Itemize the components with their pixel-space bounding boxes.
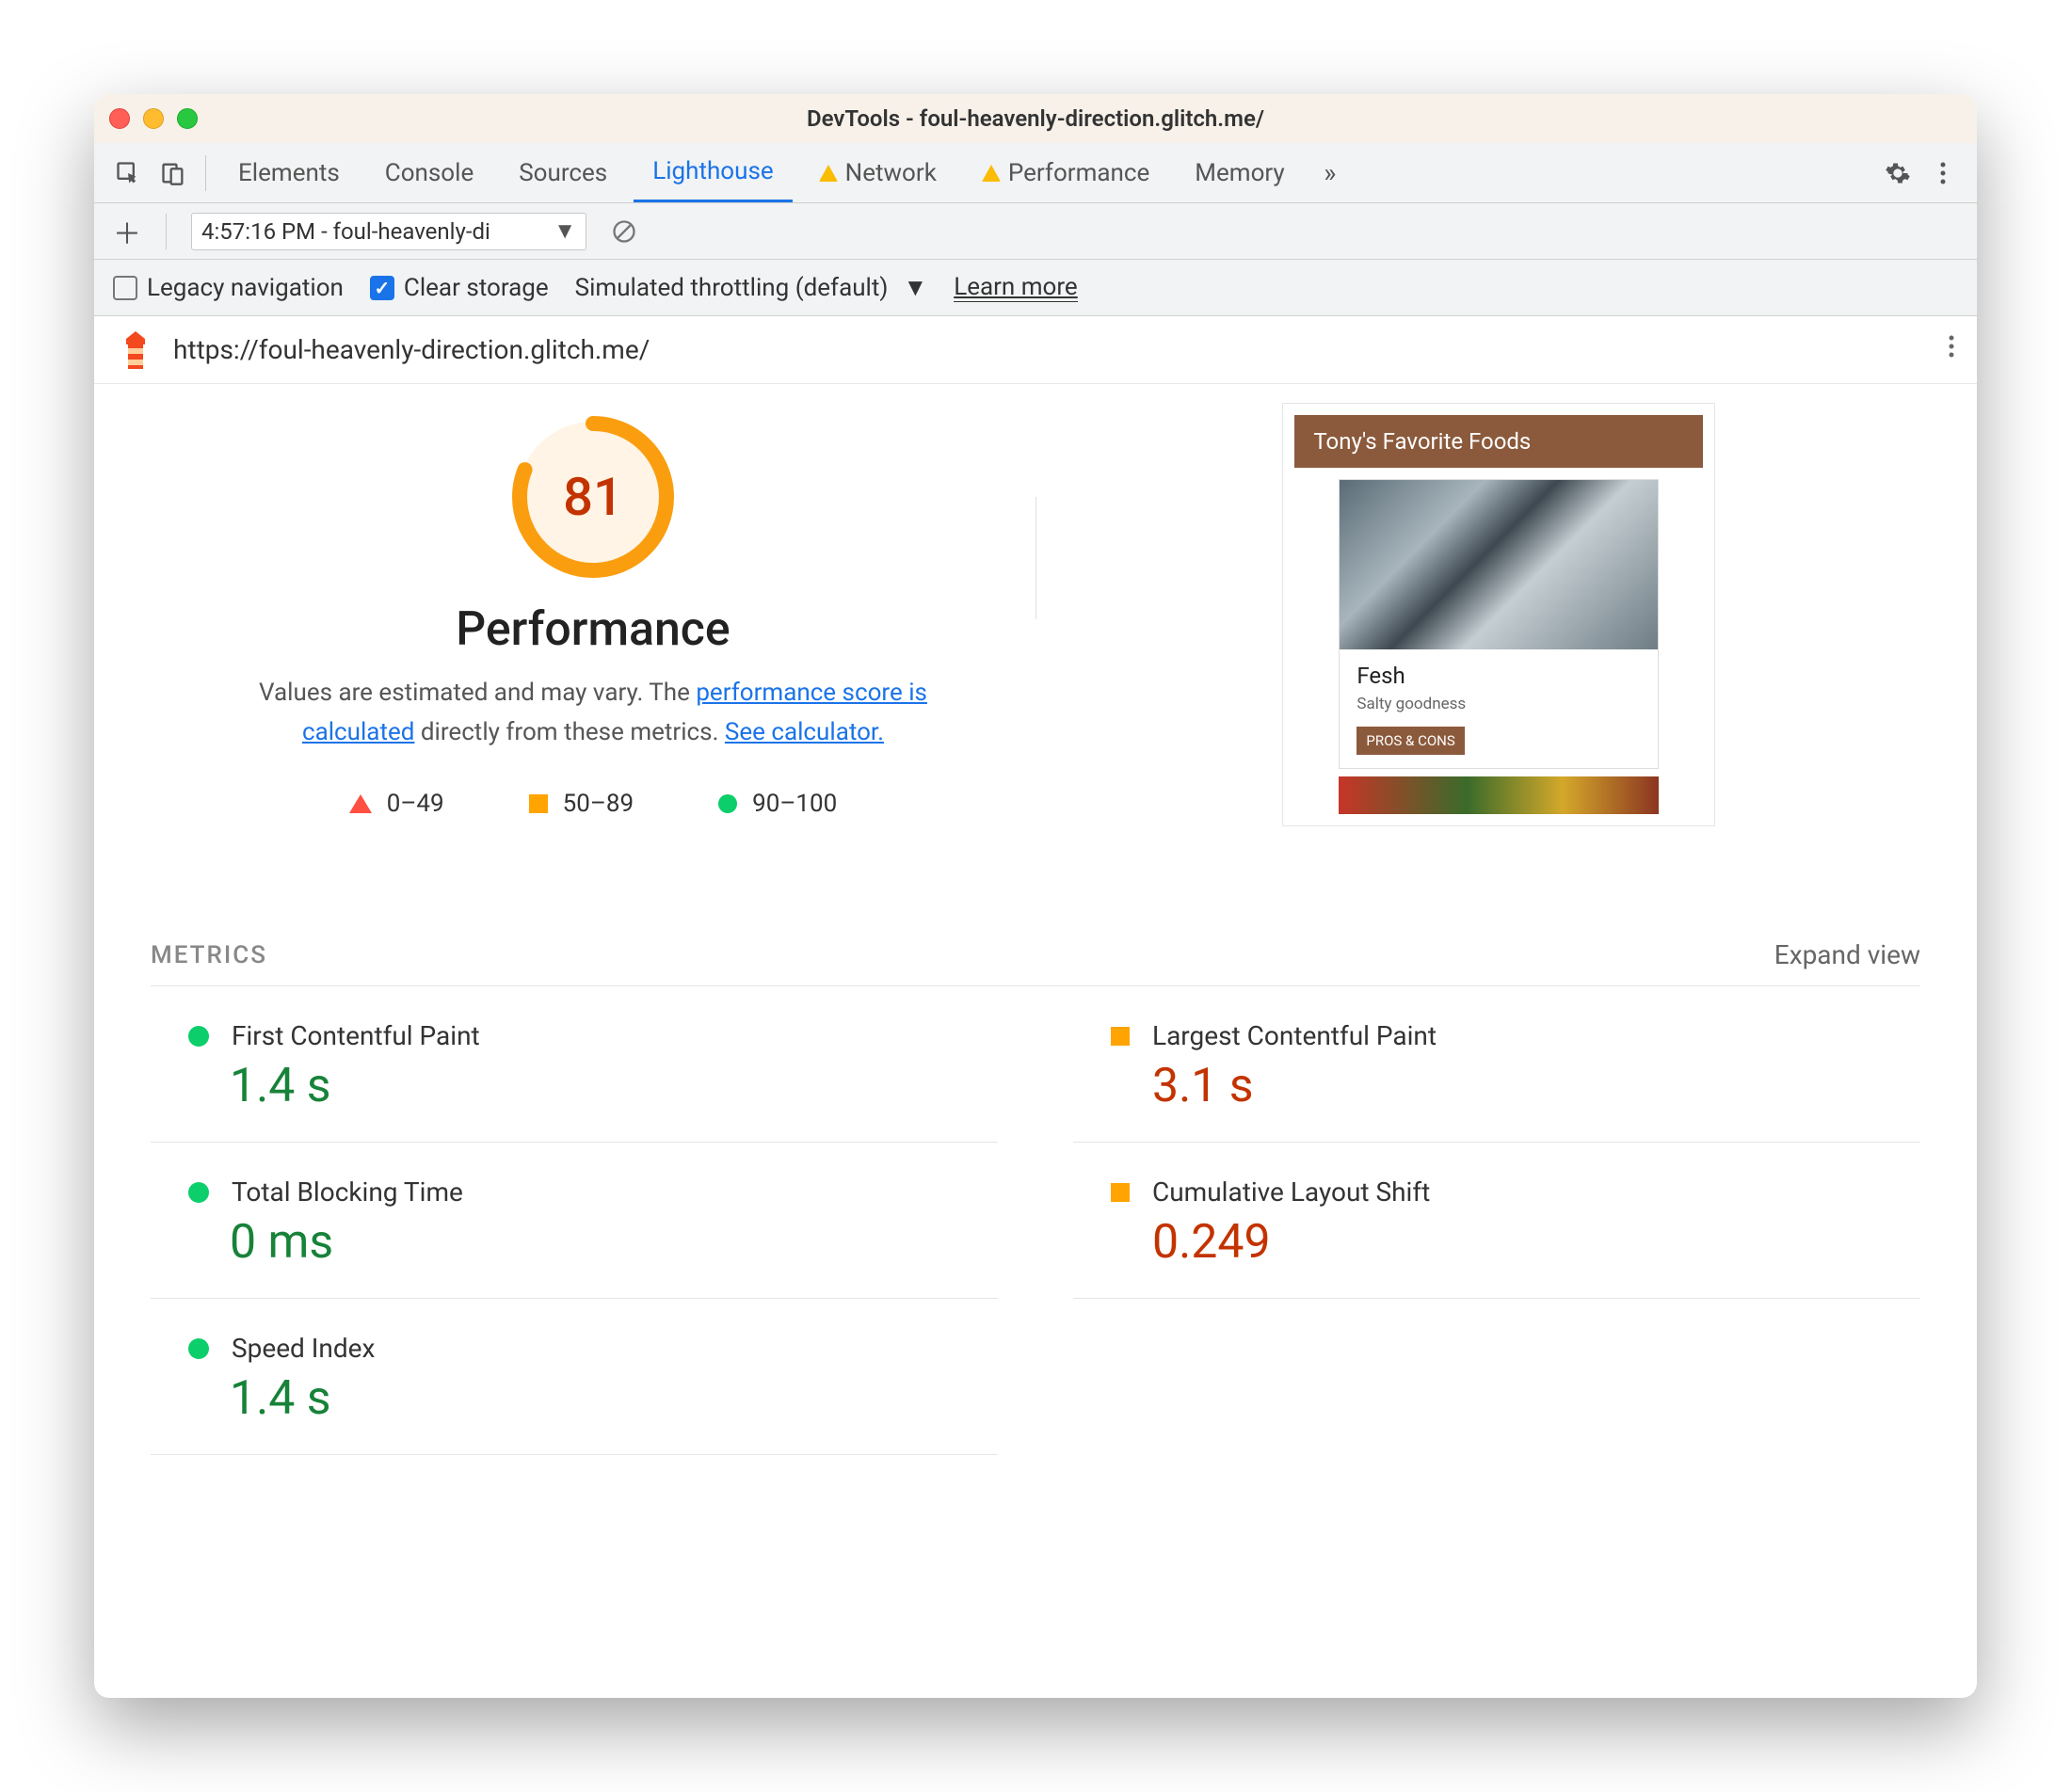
checkbox-label: Legacy navigation — [147, 274, 344, 302]
metric-label: Largest Contentful Paint — [1152, 1020, 1437, 1051]
square-icon — [1111, 1027, 1130, 1046]
circle-icon — [188, 1338, 209, 1359]
report-url-bar: https://foul-heavenly-direction.glitch.m… — [94, 316, 1977, 384]
tab-label: Performance — [1008, 159, 1149, 187]
circle-icon — [188, 1182, 209, 1203]
report-selector-label: 4:57:16 PM - foul-heavenly-di — [201, 218, 490, 245]
gauge-score: 81 — [510, 414, 676, 580]
preview-card: Fesh Salty goodness PROS & CONS — [1339, 479, 1659, 769]
page-screenshot-preview: Tony's Favorite Foods Fesh Salty goodnes… — [1282, 403, 1715, 826]
metric-value: 1.4 s — [230, 1371, 998, 1426]
metric-value: 0 ms — [230, 1215, 998, 1270]
tab-label: Elements — [238, 159, 340, 187]
checkbox-label: Clear storage — [404, 274, 549, 302]
metric-item[interactable]: Total Blocking Time 0 ms — [151, 1143, 998, 1299]
square-icon — [529, 794, 548, 813]
circle-icon — [718, 794, 737, 813]
preview-button: PROS & CONS — [1357, 727, 1464, 755]
tab-label: Console — [385, 159, 474, 187]
legend-pass: 90–100 — [718, 790, 837, 818]
settings-gear-icon[interactable] — [1879, 154, 1917, 192]
clear-storage-checkbox[interactable]: Clear storage — [370, 274, 549, 302]
tab-sources[interactable]: Sources — [500, 143, 626, 202]
dropdown-arrow-icon: ▼ — [903, 273, 927, 302]
window-minimize-button[interactable] — [143, 108, 164, 129]
warning-icon — [982, 165, 1001, 182]
tab-lighthouse[interactable]: Lighthouse — [634, 143, 792, 202]
metric-item[interactable]: Speed Index 1.4 s — [151, 1299, 998, 1455]
tab-elements[interactable]: Elements — [219, 143, 359, 202]
metric-label: First Contentful Paint — [232, 1020, 480, 1051]
clear-report-icon[interactable] — [605, 213, 643, 250]
warning-icon — [819, 165, 838, 182]
tab-label: Lighthouse — [652, 157, 773, 185]
titlebar: DevTools - foul-heavenly-direction.glitc… — [94, 94, 1977, 143]
checkbox-icon — [370, 276, 394, 300]
see-calculator-link[interactable]: See calculator. — [725, 718, 884, 746]
preview-header: Tony's Favorite Foods — [1294, 415, 1703, 468]
tab-network[interactable]: Network — [800, 143, 955, 202]
lighthouse-logo-icon — [117, 329, 154, 371]
metric-item[interactable]: First Contentful Paint 1.4 s — [151, 986, 998, 1143]
metric-label: Speed Index — [232, 1333, 375, 1364]
preview-image — [1340, 480, 1658, 649]
legacy-navigation-checkbox[interactable]: Legacy navigation — [113, 274, 344, 302]
tab-memory[interactable]: Memory — [1176, 143, 1303, 202]
throttling-selector[interactable]: Simulated throttling (default) ▼ — [575, 273, 928, 302]
report-url: https://foul-heavenly-direction.glitch.m… — [173, 334, 650, 365]
metric-value: 0.249 — [1152, 1215, 1920, 1270]
report-menu-icon[interactable] — [1949, 334, 1954, 365]
metrics-heading: METRICS — [151, 941, 267, 969]
tab-label: Memory — [1195, 159, 1284, 187]
tab-console[interactable]: Console — [366, 143, 492, 202]
inspect-element-icon[interactable] — [109, 154, 147, 192]
report-selector[interactable]: 4:57:16 PM - foul-heavenly-di ▼ — [191, 213, 586, 250]
performance-description: Values are estimated and may vary. The p… — [207, 674, 979, 752]
expand-view-button[interactable]: Expand view — [1774, 939, 1920, 970]
checkbox-icon — [113, 276, 137, 300]
device-toggle-icon[interactable] — [154, 154, 192, 192]
metric-value: 1.4 s — [230, 1059, 998, 1113]
legend-fail: 0–49 — [349, 790, 444, 818]
metric-value: 3.1 s — [1152, 1059, 1920, 1113]
learn-more-link[interactable]: Learn more — [954, 273, 1078, 302]
throttling-label: Simulated throttling (default) — [575, 274, 889, 302]
more-tabs-icon[interactable]: » — [1311, 154, 1349, 192]
triangle-icon — [349, 794, 372, 813]
legend-average: 50–89 — [529, 790, 634, 818]
preview-product-title: Fesh — [1357, 663, 1641, 689]
window-title: DevTools - foul-heavenly-direction.glitc… — [807, 105, 1264, 132]
circle-icon — [188, 1026, 209, 1047]
kebab-menu-icon[interactable] — [1924, 154, 1962, 192]
lighthouse-options-bar: Legacy navigation Clear storage Simulate… — [94, 260, 1977, 316]
tab-performance[interactable]: Performance — [963, 143, 1168, 202]
lighthouse-toolbar: ＋ 4:57:16 PM - foul-heavenly-di ▼ — [94, 203, 1977, 260]
window-zoom-button[interactable] — [177, 108, 198, 129]
tab-label: Network — [845, 159, 937, 187]
tab-label: Sources — [519, 159, 607, 187]
devtools-tabbar: Elements Console Sources Lighthouse Netw… — [94, 143, 1977, 203]
square-icon — [1111, 1183, 1130, 1202]
metric-item[interactable]: Cumulative Layout Shift 0.249 — [1073, 1143, 1920, 1299]
dropdown-arrow-icon: ▼ — [554, 217, 576, 245]
metric-label: Cumulative Layout Shift — [1152, 1176, 1430, 1208]
preview-product-subtitle: Salty goodness — [1357, 695, 1641, 713]
new-report-button[interactable]: ＋ — [113, 211, 141, 252]
gauge-title: Performance — [456, 602, 730, 657]
score-legend: 0–49 50–89 90–100 — [349, 790, 838, 818]
metric-label: Total Blocking Time — [232, 1176, 463, 1208]
performance-gauge[interactable]: 81 — [510, 414, 676, 580]
metric-item[interactable]: Largest Contentful Paint 3.1 s — [1073, 986, 1920, 1143]
window-close-button[interactable] — [109, 108, 130, 129]
preview-image — [1339, 776, 1659, 814]
